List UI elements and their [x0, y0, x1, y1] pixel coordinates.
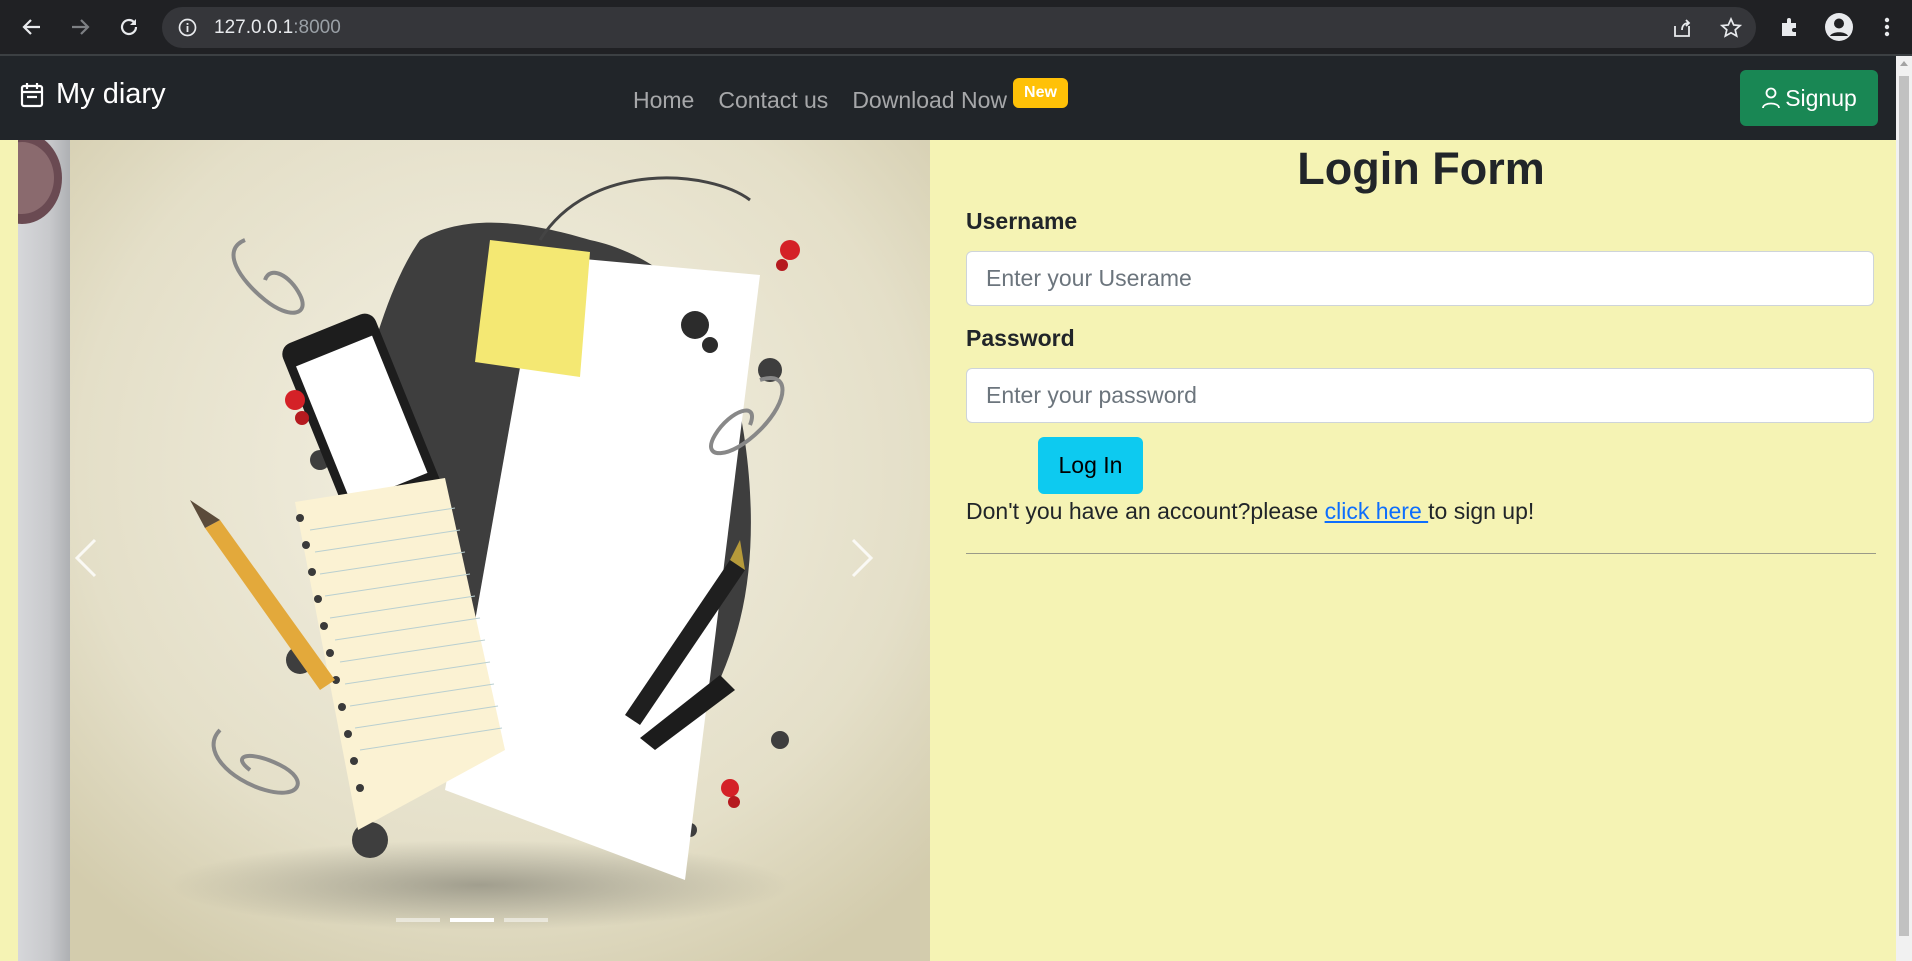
nav-download-link[interactable]: Download Now [852, 86, 1007, 114]
signup-link[interactable]: click here [1325, 498, 1429, 524]
forward-icon[interactable] [63, 10, 97, 44]
extensions-icon[interactable] [1773, 10, 1807, 44]
nav-links: Home Contact us Download Now New [633, 78, 1068, 114]
username-label: Username [966, 208, 1078, 234]
signup-prompt: Don't you have an account?please click h… [966, 497, 1534, 525]
profile-avatar-icon[interactable] [1822, 10, 1856, 44]
browser-toolbar: 127.0.0.1:8000 [0, 0, 1912, 56]
signup-label: Signup [1785, 84, 1857, 111]
page-scrollbar[interactable] [1896, 56, 1912, 961]
bookmark-star-icon[interactable] [1719, 16, 1743, 40]
scroll-up-arrow-icon[interactable] [1896, 56, 1912, 70]
url-text[interactable]: 127.0.0.1:8000 [214, 17, 341, 39]
share-icon[interactable] [1670, 16, 1694, 40]
login-button[interactable]: Log In [1038, 437, 1143, 494]
person-icon [1761, 87, 1781, 109]
site-info-icon[interactable] [178, 18, 197, 37]
url-host: 127.0.0.1 [214, 17, 294, 38]
browser-menu-icon[interactable] [1870, 10, 1904, 44]
carousel-slide-image [70, 140, 930, 961]
carousel-indicator[interactable] [396, 918, 440, 922]
signup-button[interactable]: Signup [1740, 70, 1878, 126]
navbar-brand[interactable]: My diary [20, 78, 166, 111]
nav-contact-link[interactable]: Contact us [718, 86, 828, 114]
password-label: Password [966, 325, 1075, 351]
image-carousel [18, 140, 930, 961]
carousel-prev-button[interactable] [66, 528, 106, 588]
navbar: My diary Home Contact us Download Now Ne… [0, 56, 1896, 140]
username-input[interactable] [966, 251, 1874, 306]
new-badge: New [1013, 78, 1068, 108]
divider [966, 553, 1876, 554]
signup-prompt-text: Don't you have an account?please [966, 498, 1325, 524]
previous-slide-peek [18, 140, 70, 961]
carousel-indicator[interactable] [504, 918, 548, 922]
signup-prompt-suffix: to sign up! [1428, 498, 1535, 524]
carousel-next-button[interactable] [842, 528, 882, 588]
reload-icon[interactable] [112, 10, 146, 44]
carousel-indicators [396, 918, 548, 922]
address-bar[interactable]: 127.0.0.1:8000 [162, 7, 1756, 48]
login-title: Login Form [1297, 143, 1545, 194]
calendar-icon [20, 82, 44, 108]
carousel-indicator[interactable] [450, 918, 494, 922]
nav-home-link[interactable]: Home [633, 86, 694, 114]
password-input[interactable] [966, 368, 1874, 423]
back-icon[interactable] [15, 10, 49, 44]
url-port: :8000 [293, 17, 341, 38]
brand-text: My diary [56, 78, 166, 110]
scrollbar-thumb[interactable] [1899, 76, 1909, 936]
